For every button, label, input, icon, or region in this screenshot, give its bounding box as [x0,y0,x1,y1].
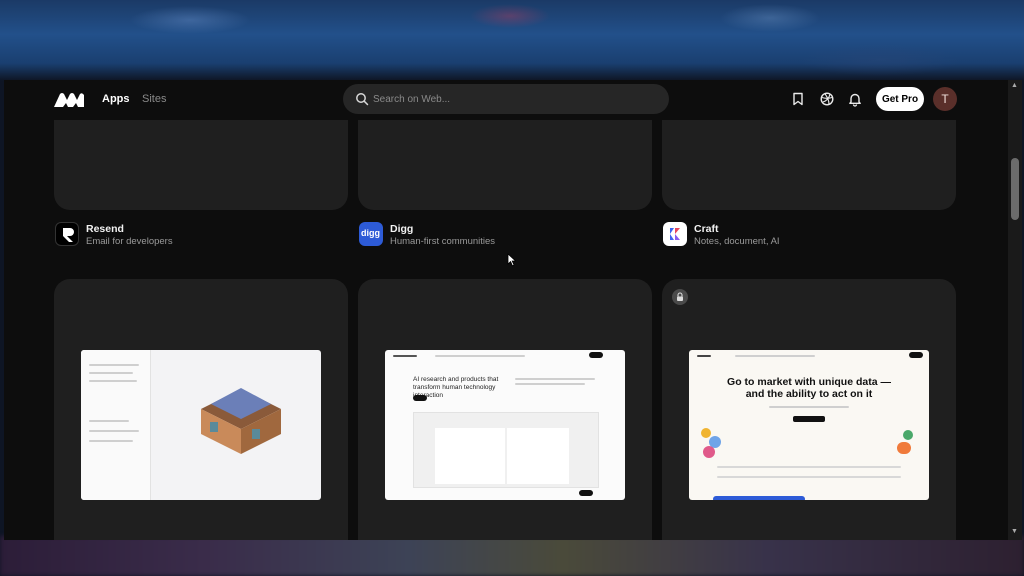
app-info-resend[interactable]: Resend Email for developers [55,222,345,252]
mouse-cursor-icon [507,253,517,267]
tab-apps[interactable]: Apps [102,93,130,105]
brand-logo-icon[interactable] [54,92,84,107]
craft-logo-icon [663,222,687,246]
app-name: Resend [86,223,124,235]
scroll-up-arrow-icon[interactable]: ▲ [1011,82,1018,89]
app-card-hume-preview[interactable]: AI research and products that transform … [358,279,652,540]
tab-sites[interactable]: Sites [142,93,166,105]
avatar[interactable]: T [933,87,957,111]
digg-logo-text: digg [361,228,380,238]
app-description: Notes, document, AI [694,236,780,247]
resend-logo-icon [55,222,79,246]
bookmark-icon[interactable] [790,91,806,107]
scrollbar-thumb[interactable] [1011,158,1019,220]
app-description: Email for developers [86,236,173,247]
top-nav-bar: Apps Sites Get Pro T [4,80,1008,120]
bell-icon[interactable] [847,91,863,107]
app-description: Human-first communities [390,236,496,247]
search-icon [356,93,369,106]
globe-icon[interactable] [819,91,835,107]
isometric-house-icon [201,388,281,454]
preview-screenshot: Go to market with unique data — and the … [689,350,929,500]
browser-window: Resend Email for developers digg Digg Hu… [4,80,1022,540]
app-info-craft[interactable]: Craft Notes, document, AI [663,222,953,252]
app-card-clay-preview[interactable]: Go to market with unique data — and the … [662,279,956,540]
preview-headline: Go to market with unique data — and the … [727,376,891,400]
app-name: Digg [390,223,414,235]
preview-screenshot: AI research and products that transform … [385,350,625,500]
search-bar[interactable] [343,84,669,114]
preview-screenshot [81,350,321,500]
scroll-down-arrow-icon[interactable]: ▼ [1011,528,1018,535]
search-input[interactable] [373,90,653,108]
dock [0,536,1024,576]
app-card-isometric-preview[interactable] [54,279,348,540]
preview-headline: AI research and products that transform … [413,376,499,399]
app-name: Craft [694,223,719,235]
app-info-digg[interactable]: digg Digg Human-first communities [359,222,649,252]
vertical-scrollbar[interactable]: ▲ ▼ [1008,80,1022,540]
desktop-wallpaper [0,0,1024,82]
digg-logo-icon: digg [359,222,383,246]
lock-icon [672,289,688,305]
get-pro-button[interactable]: Get Pro [876,87,924,111]
